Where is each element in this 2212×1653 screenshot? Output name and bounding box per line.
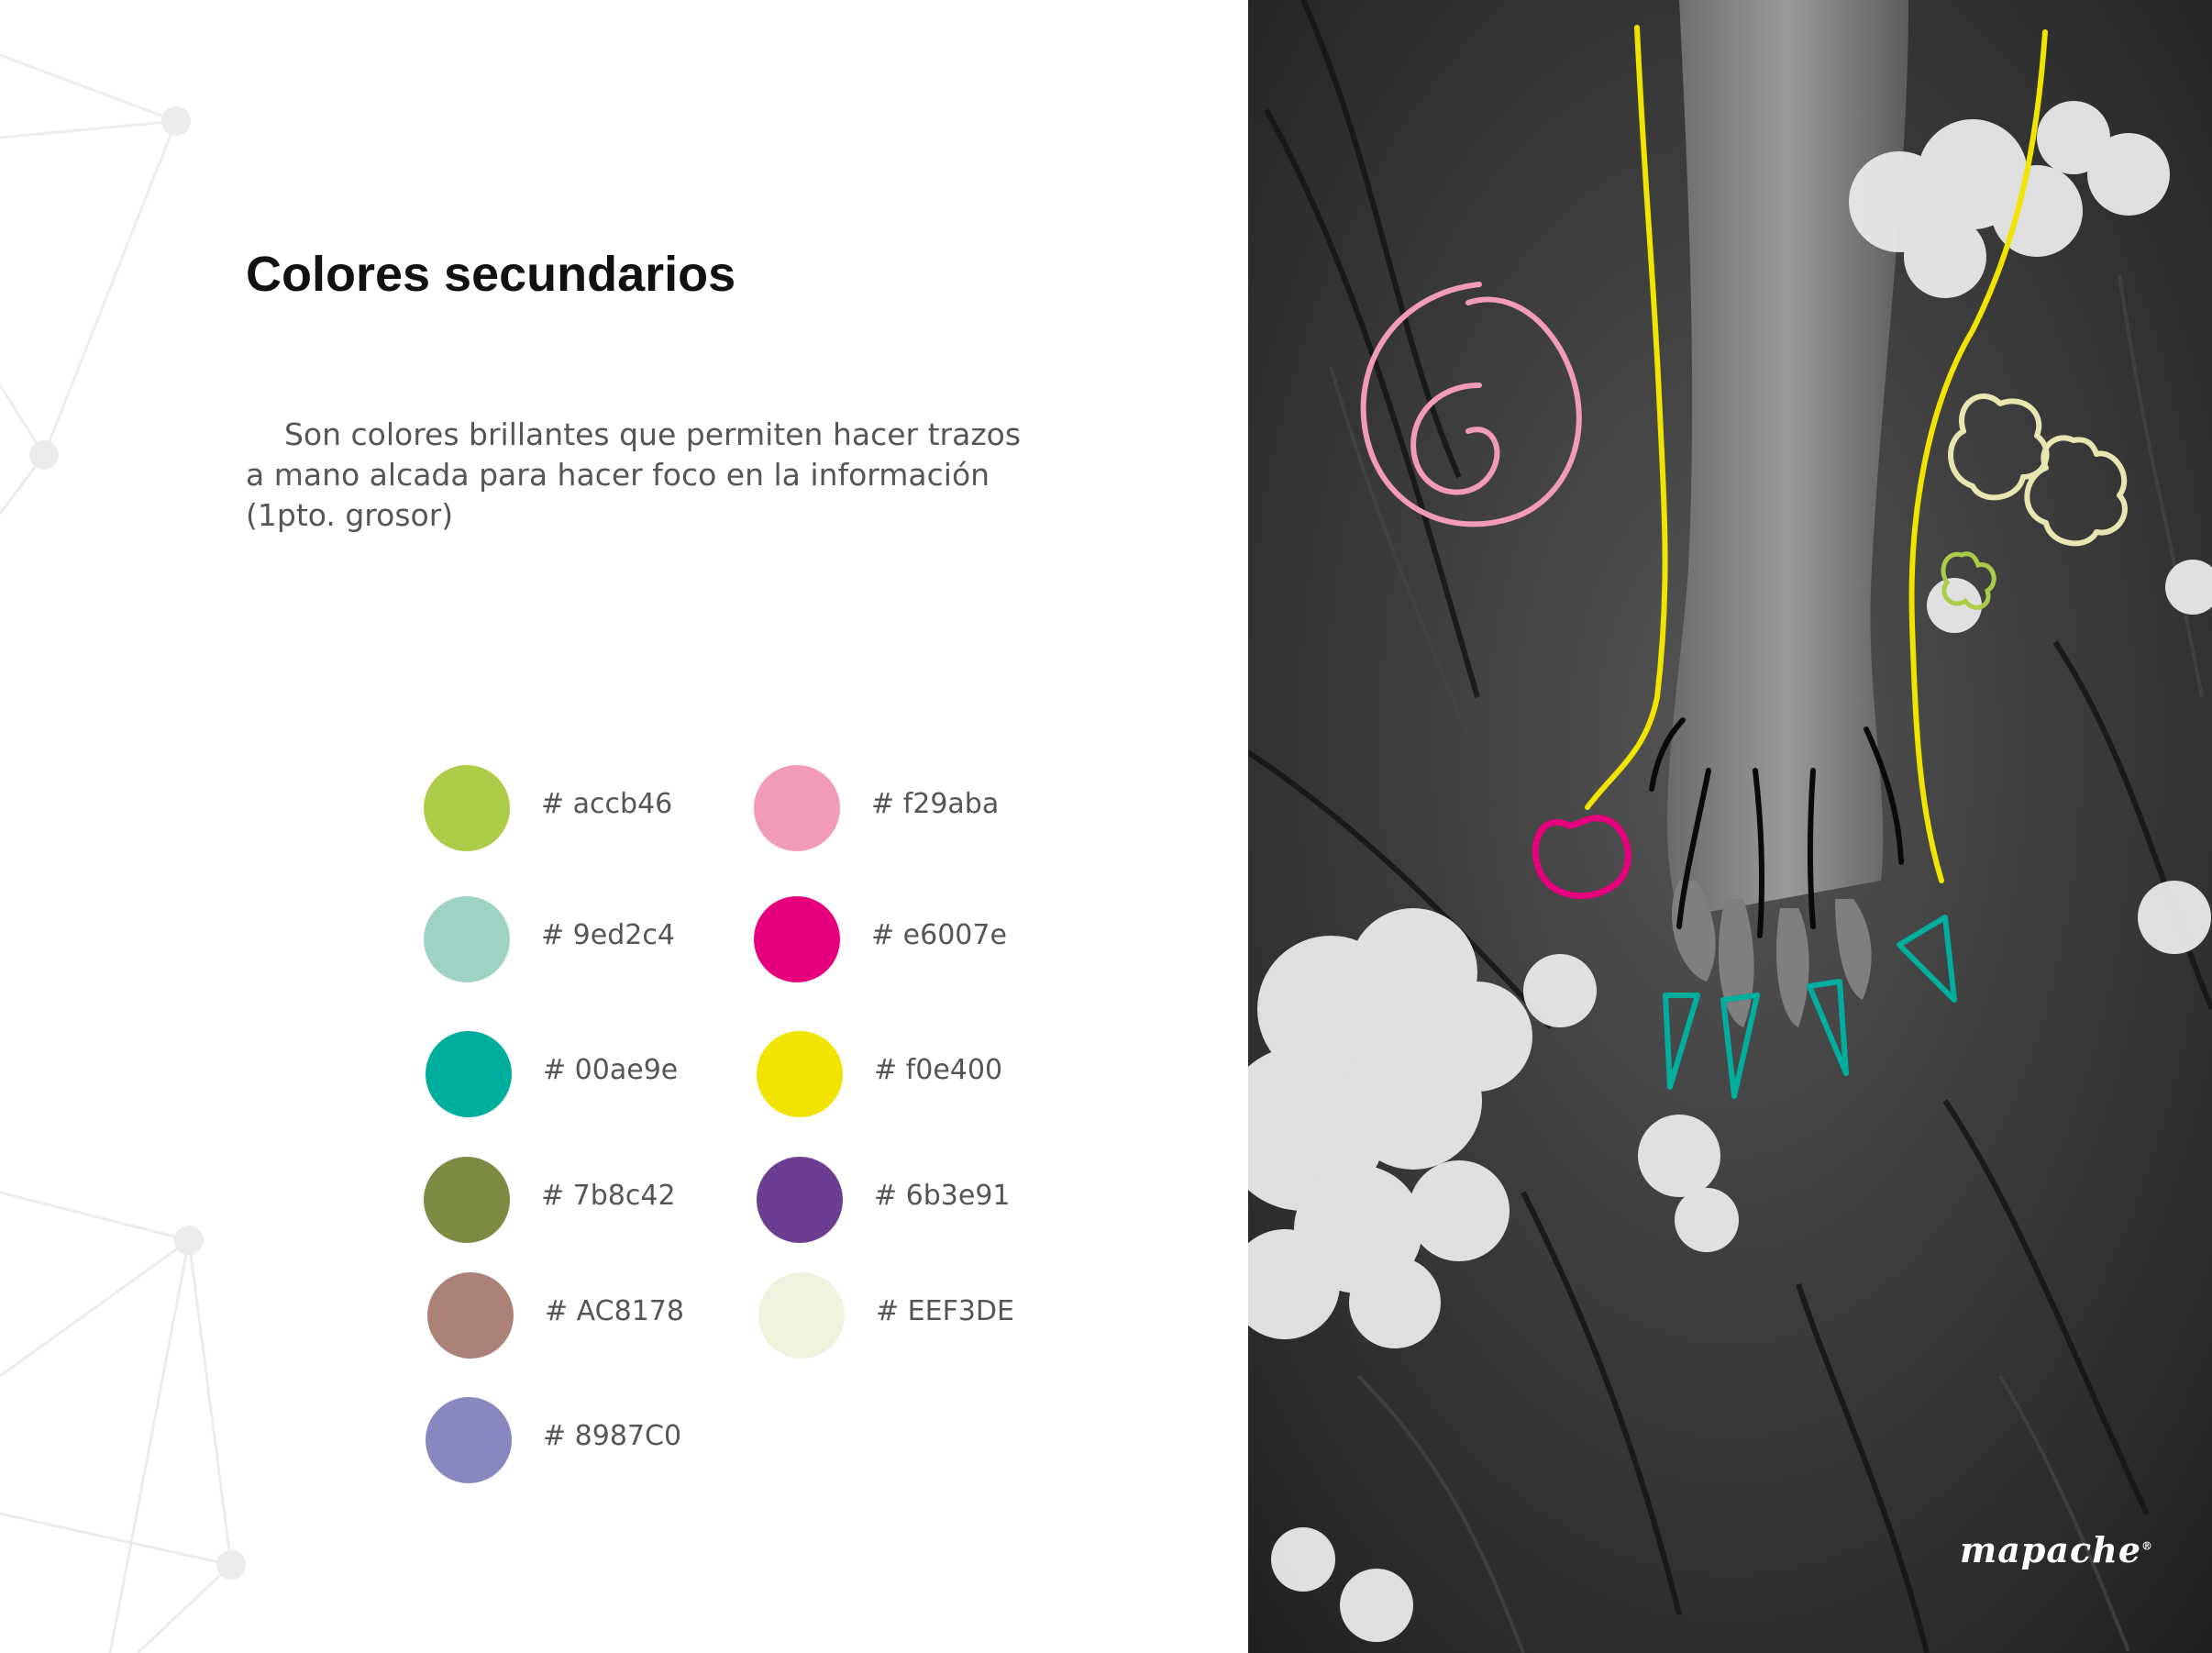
swatch-label-e6007e: # e6007e: [871, 919, 1007, 951]
page-description-text: Son colores brillantes que permiten hace…: [246, 416, 1022, 533]
swatch-8987c0: [426, 1397, 512, 1483]
swatch-7b8c42: [424, 1157, 510, 1243]
swatch-label-f29aba: # f29aba: [871, 788, 1000, 820]
swatch-ac8178: [427, 1272, 514, 1359]
swatch-label-ac8178: # AC8178: [545, 1295, 684, 1327]
photo-illustration: [1248, 0, 2212, 1653]
swatch-label-9ed2c4: # 9ed2c4: [541, 919, 675, 951]
swatch-f0e400: [757, 1031, 843, 1117]
swatch-f29aba: [754, 765, 840, 851]
page-title: Colores secundarios: [246, 247, 736, 302]
mapache-logo-text: mapache: [1960, 1529, 2141, 1570]
swatch-label-f0e400: # f0e400: [874, 1054, 1003, 1086]
swatch-label-eef3de: # EEF3DE: [876, 1295, 1014, 1327]
swatch-accb46: [424, 765, 510, 851]
swatch-6b3e91: [757, 1157, 843, 1243]
swatch-9ed2c4: [424, 896, 510, 982]
swatch-e6007e: [754, 896, 840, 982]
swatch-label-8987c0: # 8987C0: [543, 1420, 682, 1452]
page-description: Son colores brillantes que permiten hace…: [246, 415, 1034, 536]
swatch-label-00ae9e: # 00ae9e: [543, 1054, 679, 1086]
mapache-logo: mapache®: [1960, 1529, 2153, 1570]
raccoon-paw-photo: mapache®: [1248, 0, 2212, 1653]
swatch-label-7b8c42: # 7b8c42: [541, 1180, 676, 1212]
swatch-label-6b3e91: # 6b3e91: [874, 1180, 1011, 1212]
swatch-00ae9e: [426, 1031, 512, 1117]
swatch-label-accb46: # accb46: [541, 788, 673, 820]
registered-mark: ®: [2141, 1539, 2153, 1553]
swatch-eef3de: [758, 1272, 845, 1359]
left-panel: Colores secundarios Son colores brillant…: [0, 0, 1248, 1653]
